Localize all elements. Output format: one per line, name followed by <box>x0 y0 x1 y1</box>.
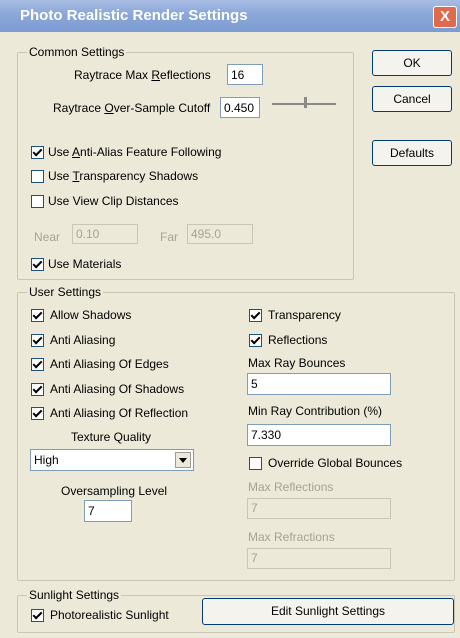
near-input[interactable]: 0.10 <box>72 224 138 244</box>
common-settings-legend: Common Settings <box>27 45 127 59</box>
texture-quality-select[interactable]: High <box>30 449 194 471</box>
user-settings-legend: User Settings <box>27 285 104 299</box>
far-label: Far <box>160 230 178 244</box>
transparency-label: Transparency <box>268 308 341 322</box>
cancel-button[interactable]: Cancel <box>372 86 452 112</box>
oversample-label: Raytrace Over-Sample Cutoff <box>53 101 211 115</box>
window-title: Photo Realistic Render Settings <box>20 7 248 24</box>
allow-shadows-label: Allow Shadows <box>50 308 132 322</box>
common-settings-group <box>17 52 354 280</box>
defaults-button[interactable]: Defaults <box>372 140 452 166</box>
max-reflections-user-label: Max Reflections <box>248 480 334 494</box>
anti-alias-label: Use Anti-Alias Feature Following <box>48 145 222 159</box>
sunlight-settings-legend: Sunlight Settings <box>27 588 122 602</box>
view-clip-label: Use View Clip Distances <box>48 194 179 208</box>
slider-thumb[interactable] <box>304 97 307 108</box>
max-ray-bounces-label: Max Ray Bounces <box>248 356 346 370</box>
aa-shadows-checkbox[interactable] <box>31 383 44 396</box>
transparency-checkbox[interactable] <box>249 309 262 322</box>
close-button[interactable]: X <box>433 6 457 28</box>
max-reflections-user-input[interactable]: 7 <box>247 498 391 519</box>
reflections-label: Reflections <box>268 333 328 347</box>
aa-edges-label: Anti Aliasing Of Edges <box>50 357 169 371</box>
use-materials-checkbox[interactable] <box>31 258 44 271</box>
photorealistic-sunlight-label: Photorealistic Sunlight <box>50 608 169 622</box>
oversample-input[interactable]: 0.450 <box>220 97 260 118</box>
min-ray-contribution-label: Min Ray Contribution (%) <box>248 404 383 418</box>
anti-aliasing-label: Anti Aliasing <box>50 333 116 347</box>
max-reflections-label: Raytrace Max Reflections <box>74 68 211 82</box>
oversampling-level-label: Oversampling Level <box>61 484 168 498</box>
anti-alias-checkbox[interactable] <box>31 146 44 159</box>
reflections-checkbox[interactable] <box>249 334 262 347</box>
use-materials-label: Use Materials <box>48 257 122 271</box>
texture-quality-label: Texture Quality <box>71 430 152 444</box>
edit-sunlight-button[interactable]: Edit Sunlight Settings <box>202 598 454 625</box>
render-settings-dialog: Photo Realistic Render Settings X OK Can… <box>0 0 460 638</box>
ok-button[interactable]: OK <box>372 50 452 76</box>
max-ray-bounces-input[interactable]: 5 <box>247 373 391 395</box>
transparency-shadows-checkbox[interactable] <box>31 170 44 183</box>
aa-reflection-checkbox[interactable] <box>31 407 44 420</box>
aa-reflection-label: Anti Aliasing Of Reflection <box>50 406 189 420</box>
max-refractions-input[interactable]: 7 <box>247 548 391 569</box>
transparency-shadows-label: Use Transparency Shadows <box>48 169 199 183</box>
far-input[interactable]: 495.0 <box>187 224 253 244</box>
chevron-down-icon[interactable] <box>175 452 191 468</box>
near-label: Near <box>34 230 61 244</box>
anti-aliasing-checkbox[interactable] <box>31 334 44 347</box>
aa-shadows-label: Anti Aliasing Of Shadows <box>50 382 185 396</box>
view-clip-checkbox[interactable] <box>31 195 44 208</box>
photorealistic-sunlight-checkbox[interactable] <box>31 609 44 622</box>
title-bar[interactable]: Photo Realistic Render Settings X <box>0 0 460 32</box>
max-reflections-input[interactable]: 16 <box>227 64 263 85</box>
max-refractions-label: Max Refractions <box>248 530 335 544</box>
allow-shadows-checkbox[interactable] <box>31 309 44 322</box>
min-ray-contribution-input[interactable]: 7.330 <box>247 424 391 446</box>
texture-quality-value: High <box>34 453 59 467</box>
aa-edges-checkbox[interactable] <box>31 358 44 371</box>
oversampling-level-input[interactable]: 7 <box>84 500 132 522</box>
override-global-label: Override Global Bounces <box>268 456 403 470</box>
override-global-checkbox[interactable] <box>249 457 262 470</box>
